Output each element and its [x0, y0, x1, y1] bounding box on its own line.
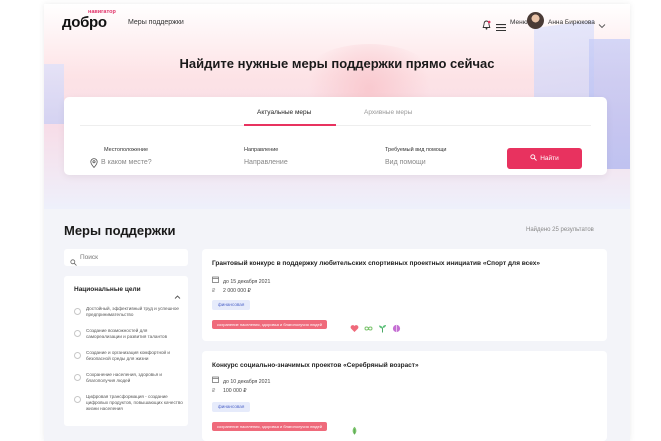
- building-illustration: [44, 64, 64, 124]
- card-title[interactable]: Конкурс социально-значимых проектов «Сер…: [212, 362, 419, 369]
- support-measure-card[interactable]: Грантовый конкурс в поддержку любительск…: [202, 249, 607, 341]
- calendar-icon: [212, 376, 220, 385]
- location-field[interactable]: В каком месте?: [101, 159, 152, 166]
- card-amount: ₽2 000 000 ₽: [212, 288, 251, 294]
- tab-archived-measures[interactable]: Архивные меры: [364, 109, 412, 116]
- heart-icon: [350, 320, 359, 332]
- search-icon: [530, 154, 538, 161]
- section-title: Меры поддержки: [64, 223, 176, 238]
- page: добро навигатор Меры поддержки Меню Анна…: [44, 4, 630, 441]
- active-tab-indicator: [244, 124, 336, 126]
- help-type-label: Требуемый вид помощи: [385, 147, 447, 153]
- ruble-icon: ₽: [212, 388, 216, 394]
- search-panel: Актуальные меры Архивные меры Местополож…: [64, 97, 607, 175]
- location-label: Местоположение: [104, 147, 149, 153]
- goal-option[interactable]: Создание и организация комфортной и безо…: [74, 350, 184, 362]
- sidebar-search-input[interactable]: Поиск: [64, 249, 188, 266]
- logo-subtitle: навигатор: [88, 9, 116, 15]
- support-type-pill: финансовая: [212, 300, 251, 310]
- logo[interactable]: добро: [62, 14, 107, 31]
- brain-icon: [392, 320, 401, 333]
- filter-group-title[interactable]: Национальные цели: [74, 286, 141, 293]
- support-type-pill: финансовая: [212, 402, 251, 412]
- find-button[interactable]: Найти: [507, 148, 582, 169]
- radio-button[interactable]: [74, 308, 81, 315]
- search-icon: [70, 253, 77, 271]
- user-avatar[interactable]: [527, 12, 544, 29]
- support-measure-card[interactable]: Конкурс социально-значимых проектов «Сер…: [202, 351, 607, 441]
- location-pin-icon: [90, 155, 98, 173]
- goal-tag: сохранение населения, здоровья и благопо…: [212, 422, 327, 431]
- nav-link-support-measures[interactable]: Меры поддержки: [128, 19, 184, 26]
- top-bar: добро навигатор Меры поддержки Меню Анна…: [44, 4, 630, 38]
- card-deadline: до 10 декабря 2021: [212, 376, 270, 385]
- goal-option[interactable]: Цифровая трансформация - создание цифров…: [74, 394, 184, 412]
- results-count: Найдено 25 результатов: [526, 227, 594, 233]
- filters-panel: Национальные цели Достойный, эффективный…: [64, 276, 188, 426]
- leaf-icon: [350, 422, 359, 435]
- card-deadline: до 15 декабря 2021: [212, 276, 270, 285]
- chevron-up-icon[interactable]: [174, 287, 181, 305]
- sprout-icon: [378, 320, 387, 333]
- notification-bell-icon[interactable]: [482, 17, 491, 35]
- goal-option[interactable]: Достойный, эффективный труд и успешное п…: [74, 306, 184, 318]
- hamburger-menu-icon[interactable]: [496, 18, 506, 36]
- find-button-label: Найти: [540, 155, 559, 162]
- menu-label[interactable]: Меню: [510, 19, 528, 26]
- tab-current-measures[interactable]: Актуальные меры: [257, 109, 311, 116]
- ruble-icon: ₽: [212, 288, 216, 294]
- card-title[interactable]: Грантовый конкурс в поддержку любительск…: [212, 260, 540, 267]
- goal-option[interactable]: Сохранение населения, здоровья и благопо…: [74, 372, 184, 384]
- chevron-down-icon[interactable]: [598, 17, 606, 35]
- direction-field[interactable]: Направление: [244, 159, 288, 166]
- radio-button[interactable]: [74, 374, 81, 381]
- calendar-icon: [212, 276, 220, 285]
- help-type-field[interactable]: Вид помощи: [385, 159, 426, 166]
- radio-button[interactable]: [74, 352, 81, 359]
- goal-tag: сохранение населения, здоровья и благопо…: [212, 320, 327, 329]
- direction-label: Направление: [244, 147, 279, 153]
- card-amount: ₽100 000 ₽: [212, 388, 247, 394]
- infinity-icon: [364, 320, 373, 331]
- hero-title: Найдите нужные меры поддержки прямо сейч…: [179, 56, 495, 71]
- radio-button[interactable]: [74, 396, 81, 403]
- radio-button[interactable]: [74, 330, 81, 337]
- sidebar-search-placeholder: Поиск: [80, 254, 99, 261]
- goal-option[interactable]: Создание возможностей для самореализации…: [74, 328, 184, 340]
- user-name[interactable]: Анна Бирюкова: [548, 19, 595, 26]
